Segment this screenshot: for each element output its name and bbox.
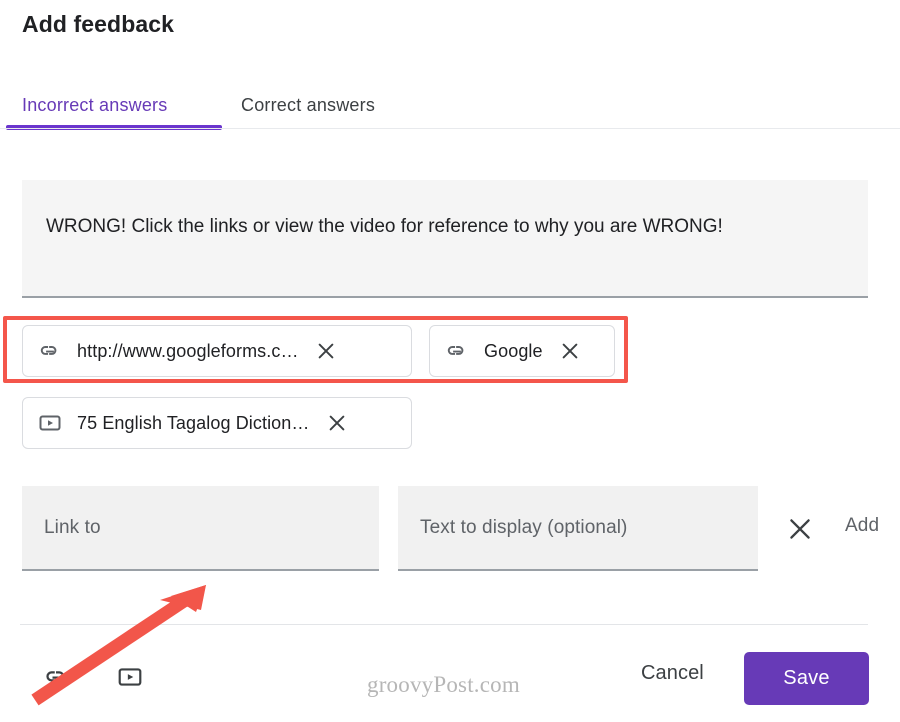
attachment-label: Google [484, 340, 543, 361]
attachment-chip-video[interactable]: 75 English Tagalog Diction… [22, 397, 412, 449]
tab-bar: Incorrect answers Correct answers [0, 82, 900, 140]
attachment-label: http://www.googleforms.c… [77, 340, 299, 361]
video-icon [37, 410, 63, 436]
bottom-divider [20, 624, 868, 625]
link-icon[interactable] [40, 660, 74, 694]
save-button[interactable]: Save [744, 652, 869, 705]
attachment-chip-link-1[interactable]: http://www.googleforms.c… [22, 325, 412, 377]
watermark: groovyPost.com [367, 672, 520, 697]
link-icon [37, 338, 63, 364]
close-icon[interactable] [320, 406, 354, 440]
page-title: Add feedback [22, 11, 175, 37]
video-icon[interactable] [113, 660, 147, 694]
close-icon[interactable] [783, 512, 817, 546]
tab-correct-answers[interactable]: Correct answers [241, 82, 375, 128]
close-icon[interactable] [553, 334, 587, 368]
add-link-button[interactable]: Add [845, 515, 879, 537]
add-feedback-dialog: Add feedback Incorrect answers Correct a… [0, 0, 900, 722]
close-icon[interactable] [309, 334, 343, 368]
attachment-chip-link-2[interactable]: Google [429, 325, 615, 377]
tab-incorrect-answers[interactable]: Incorrect answers [22, 82, 167, 128]
tab-bar-divider [0, 128, 900, 129]
text-to-display-input[interactable] [398, 486, 758, 571]
cancel-button[interactable]: Cancel [641, 662, 704, 685]
attachment-label: 75 English Tagalog Diction… [77, 412, 310, 433]
link-to-input[interactable] [22, 486, 379, 571]
link-icon [444, 338, 470, 364]
feedback-textarea[interactable] [22, 180, 868, 298]
